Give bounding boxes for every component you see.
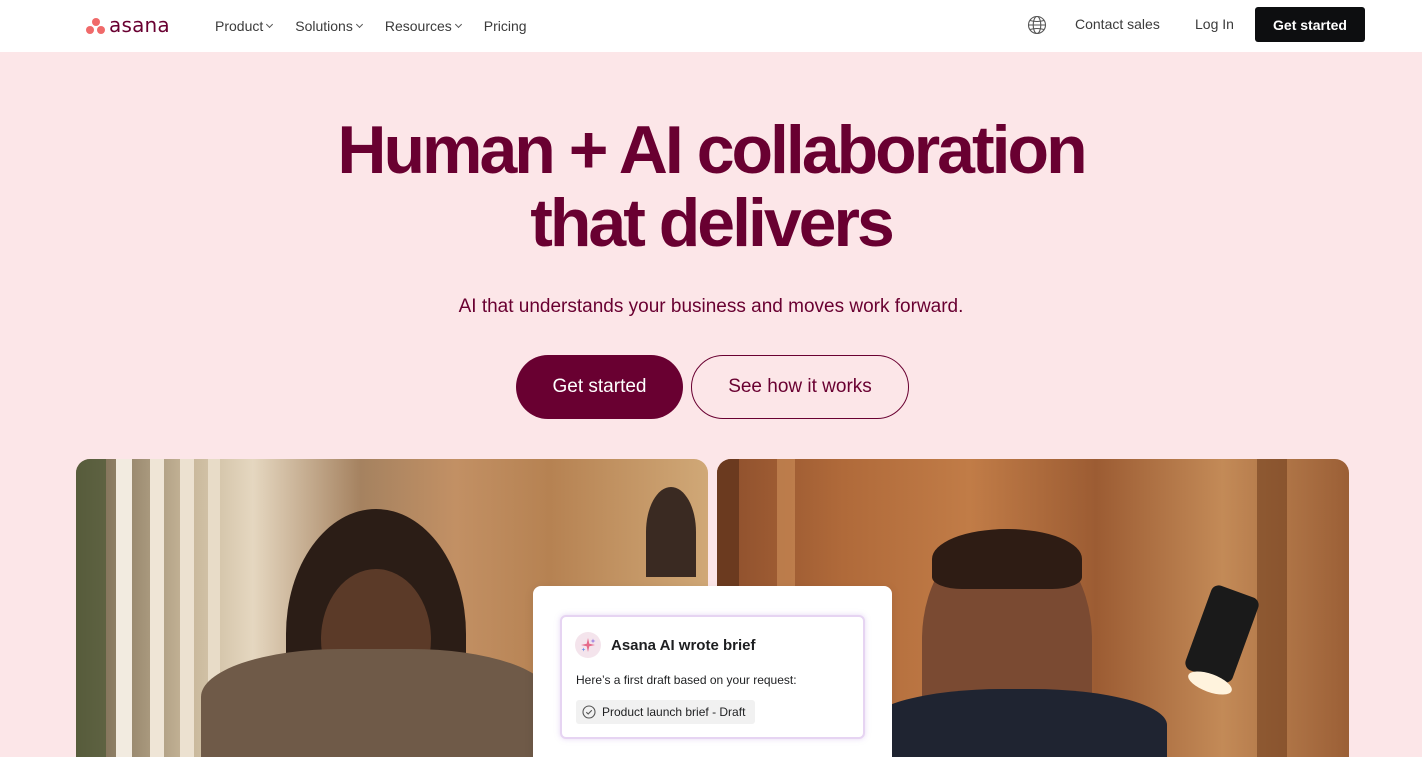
ai-card-title: Asana AI wrote brief bbox=[611, 637, 756, 654]
nav-item-label: Product bbox=[215, 18, 264, 34]
hero-subtitle: AI that understands your business and mo… bbox=[458, 296, 964, 317]
check-circle-icon bbox=[582, 705, 596, 719]
photo-background-person bbox=[646, 487, 696, 577]
login-link[interactable]: Log In bbox=[1195, 16, 1234, 32]
photo-person-hair bbox=[932, 529, 1082, 589]
logo-text: asana bbox=[109, 13, 170, 37]
photo-person-jacket bbox=[201, 649, 551, 757]
nav-item-pricing[interactable]: Pricing bbox=[484, 18, 527, 34]
top-nav: asana Product Solutions Resources Pricin… bbox=[0, 0, 1422, 52]
brief-chip-label: Product launch brief - Draft bbox=[602, 705, 746, 719]
globe-icon[interactable] bbox=[1027, 15, 1047, 35]
nav-item-resources[interactable]: Resources bbox=[384, 18, 462, 34]
desk-lamp bbox=[1183, 583, 1261, 685]
see-how-it-works-button[interactable]: See how it works bbox=[691, 355, 909, 419]
nav-get-started-button[interactable]: Get started bbox=[1255, 7, 1365, 42]
photo-person-shirt bbox=[867, 689, 1167, 757]
chevron-down-icon bbox=[266, 20, 274, 29]
hero-title-line-1: Human + AI collaboration bbox=[337, 112, 1087, 188]
chevron-down-icon bbox=[454, 20, 462, 29]
nav-item-label: Pricing bbox=[483, 18, 527, 34]
ai-card-container: Asana AI wrote brief Here’s a first draf… bbox=[533, 586, 892, 757]
nav-item-label: Solutions bbox=[295, 18, 353, 34]
brief-chip[interactable]: Product launch brief - Draft bbox=[576, 700, 756, 724]
ai-brief-card: Asana AI wrote brief Here’s a first draf… bbox=[560, 615, 865, 739]
sparkle-icon bbox=[575, 632, 601, 658]
hero-title: Human + AI collaboration that delivers bbox=[0, 114, 1422, 260]
get-started-button[interactable]: Get started bbox=[516, 355, 683, 419]
contact-sales-link[interactable]: Contact sales bbox=[1075, 16, 1160, 32]
chevron-down-icon bbox=[355, 20, 363, 29]
photo-detail bbox=[1257, 459, 1287, 757]
main-menu: Product Solutions Resources Pricing bbox=[215, 0, 550, 52]
hero-title-line-2: that delivers bbox=[530, 185, 895, 261]
nav-item-product[interactable]: Product bbox=[215, 18, 274, 34]
nav-item-label: Resources bbox=[384, 18, 452, 34]
photo-detail bbox=[116, 459, 132, 757]
asana-logo-icon bbox=[86, 16, 106, 34]
nav-item-solutions[interactable]: Solutions bbox=[295, 18, 363, 34]
ai-card-body: Here’s a first draft based on your reque… bbox=[576, 673, 797, 687]
photo-detail bbox=[76, 459, 106, 757]
photo-detail bbox=[180, 459, 194, 757]
photo-detail bbox=[150, 459, 164, 757]
asana-logo[interactable]: asana bbox=[86, 13, 170, 37]
